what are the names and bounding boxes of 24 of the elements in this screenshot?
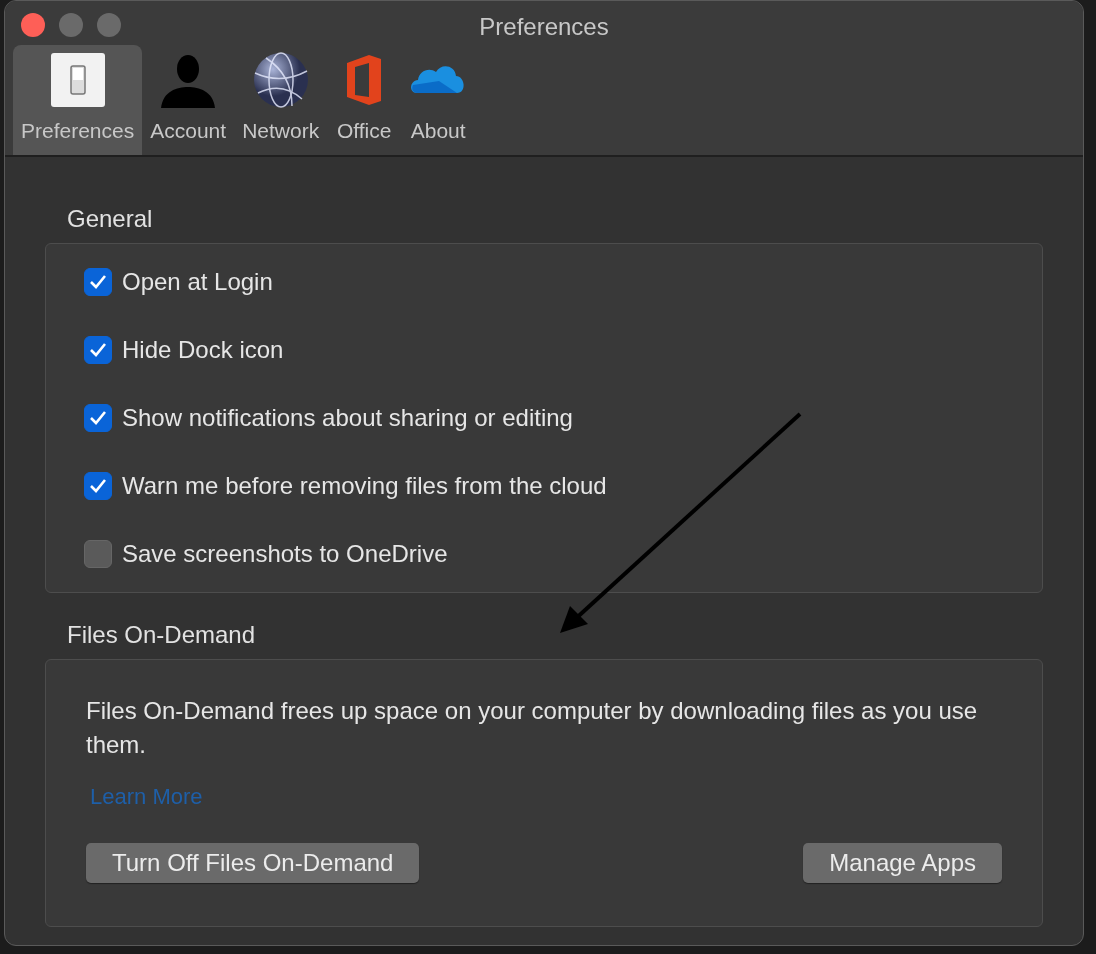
checkbox[interactable] bbox=[84, 336, 112, 364]
checkbox-label: Save screenshots to OneDrive bbox=[122, 539, 448, 569]
toolbar-tab[interactable]: Office bbox=[327, 45, 402, 155]
window-title: Preferences bbox=[479, 12, 609, 42]
checkbox-label: Show notifications about sharing or editing bbox=[122, 403, 573, 433]
switch-icon bbox=[48, 51, 107, 109]
checkbox-label: Open at Login bbox=[122, 267, 273, 297]
checkbox[interactable] bbox=[84, 268, 112, 296]
toolbar-tab[interactable]: Network bbox=[234, 45, 328, 155]
toolbar-tab[interactable]: Preferences bbox=[13, 45, 143, 155]
checkbox-label: Hide Dock icon bbox=[122, 335, 284, 365]
description-text: Files On-Demand frees up space on your computer by downloading files as you use them. bbox=[86, 696, 979, 760]
section-title: Files On-Demand bbox=[67, 620, 257, 650]
push-button[interactable]: Manage Apps bbox=[803, 843, 1002, 883]
checkbox[interactable] bbox=[84, 472, 112, 500]
close-button[interactable] bbox=[21, 13, 45, 37]
section-title: General bbox=[67, 204, 154, 234]
checkbox-label: Warn me before removing files from the cloud bbox=[122, 471, 607, 501]
checkbox[interactable] bbox=[84, 540, 112, 568]
push-button[interactable]: Turn Off Files On-Demand bbox=[86, 843, 420, 883]
globe-icon bbox=[251, 51, 310, 109]
checkbox[interactable] bbox=[84, 404, 112, 432]
toolbar-tab[interactable]: Account bbox=[142, 45, 235, 155]
toolbar-tab[interactable]: About bbox=[401, 45, 476, 155]
